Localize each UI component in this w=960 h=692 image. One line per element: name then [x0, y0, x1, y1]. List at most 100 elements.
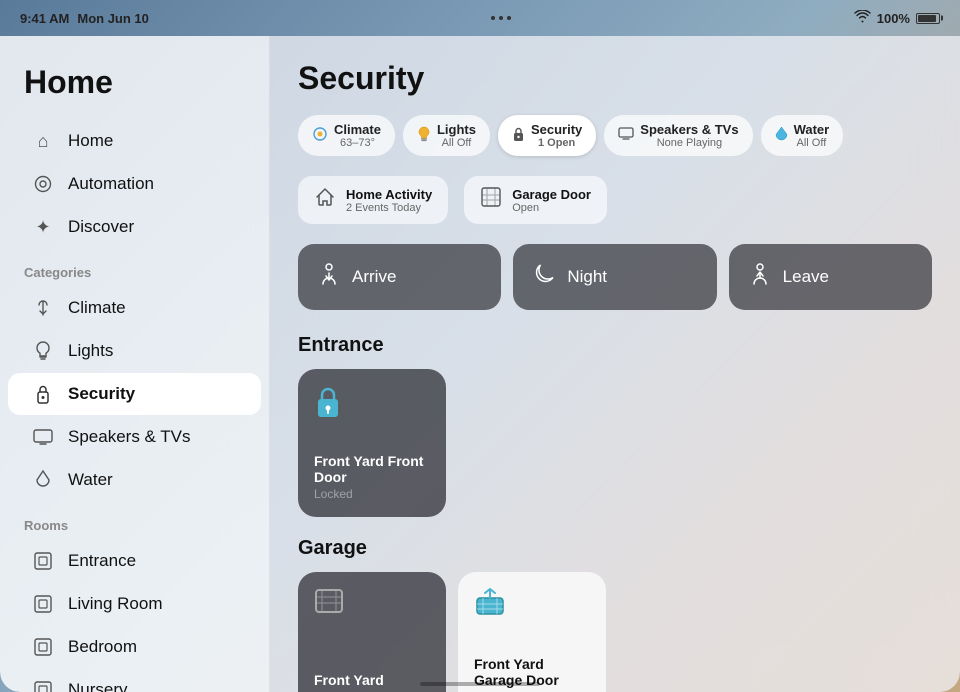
battery-icon: [916, 13, 940, 24]
front-yard-closed-name: Front Yard: [314, 672, 430, 688]
home-activity-title: Home Activity: [346, 187, 432, 202]
night-icon: [533, 263, 555, 291]
tab-water[interactable]: Water All Off: [761, 115, 844, 156]
sidebar: Home ⌂ Home Automation ✦ Discover Catego…: [0, 36, 270, 692]
sidebar-item-lights[interactable]: Lights: [8, 330, 261, 372]
sidebar-item-climate-label: Climate: [68, 298, 126, 318]
home-activity-sub: 2 Events Today: [346, 202, 432, 214]
category-tabs: Climate 63–73° Lights All Off: [298, 115, 932, 156]
tab-speakers-tvs-sub: None Playing: [640, 137, 738, 149]
garage-door-sub: Open: [512, 202, 591, 214]
sidebar-item-speakers-tvs-label: Speakers & TVs: [68, 427, 191, 447]
garage-device-grid: Front Yard Closed Front Yard Garage Door: [298, 572, 932, 692]
sidebar-item-speakers-tvs[interactable]: Speakers & TVs: [8, 416, 261, 458]
nav-home[interactable]: ⌂ Home: [8, 120, 261, 162]
discover-icon: ✦: [32, 216, 54, 238]
garage-closed-icon: [314, 588, 430, 621]
front-yard-closed-card[interactable]: Front Yard Closed: [298, 572, 446, 692]
nav-automation-label: Automation: [68, 174, 154, 194]
home-activity-card[interactable]: Home Activity 2 Events Today: [298, 176, 448, 224]
app-container: Home ⌂ Home Automation ✦ Discover Catego…: [0, 36, 960, 692]
home-icon: ⌂: [32, 130, 54, 152]
entrance-device-grid: Front Yard Front Door Locked: [298, 369, 932, 517]
tab-climate-icon: [312, 126, 328, 146]
tab-climate-sub: 63–73°: [334, 137, 381, 149]
home-activity-icon: [314, 186, 336, 214]
home-indicator: [420, 682, 540, 686]
leave-icon: [749, 262, 771, 292]
tab-security-label: Security: [531, 122, 582, 137]
tab-speakers-tvs-icon: [618, 127, 634, 144]
sidebar-item-bedroom[interactable]: Bedroom: [8, 626, 261, 668]
arrive-icon: [318, 262, 340, 292]
sidebar-item-water-label: Water: [68, 470, 113, 490]
nav-home-label: Home: [68, 131, 113, 151]
tab-lights-sub: All Off: [437, 137, 476, 149]
nav-discover[interactable]: ✦ Discover: [8, 206, 261, 248]
status-time: 9:41 AM: [20, 11, 69, 26]
leave-label: Leave: [783, 267, 829, 287]
garage-open-icon: [474, 588, 590, 623]
front-yard-garage-door-card[interactable]: Front Yard Garage Door Open: [458, 572, 606, 692]
sidebar-item-water[interactable]: Water: [8, 459, 261, 501]
sidebar-item-nursery[interactable]: Nursery: [8, 669, 261, 692]
security-icon: [32, 383, 54, 405]
status-right: 100%: [854, 10, 940, 26]
sidebar-item-security-label: Security: [68, 384, 135, 404]
automation-icon: [32, 173, 54, 195]
night-label: Night: [567, 267, 607, 287]
status-center-dots: [491, 16, 511, 20]
tab-water-icon: [775, 126, 788, 146]
tab-speakers-tvs-label: Speakers & TVs: [640, 122, 738, 137]
sidebar-item-living-room-label: Living Room: [68, 594, 163, 614]
sidebar-item-climate[interactable]: Climate: [8, 287, 261, 329]
battery-text: 100%: [877, 11, 910, 26]
info-row: Home Activity 2 Events Today Garage Door…: [298, 176, 932, 224]
garage-door-title: Garage Door: [512, 187, 591, 202]
entrance-section-title: Entrance: [298, 334, 932, 357]
main-content: Security Climate 63–73°: [270, 36, 960, 692]
tab-climate[interactable]: Climate 63–73°: [298, 115, 395, 156]
tab-speakers-tvs[interactable]: Speakers & TVs None Playing: [604, 115, 752, 156]
garage-section-title: Garage: [298, 537, 932, 560]
sidebar-item-entrance[interactable]: Entrance: [8, 540, 261, 582]
arrive-label: Arrive: [352, 267, 396, 287]
speakers-tvs-icon: [32, 426, 54, 448]
leave-scene-button[interactable]: Leave: [729, 244, 932, 310]
climate-icon: [32, 297, 54, 319]
lock-icon: [314, 385, 430, 426]
room-living-room-icon: [32, 593, 54, 615]
front-yard-front-door-name: Front Yard Front Door: [314, 453, 430, 485]
room-nursery-icon: [32, 679, 54, 692]
water-icon: [32, 469, 54, 491]
tab-climate-label: Climate: [334, 122, 381, 137]
sidebar-item-lights-label: Lights: [68, 341, 113, 361]
tab-security-sub: 1 Open: [531, 137, 582, 149]
sidebar-item-nursery-label: Nursery: [68, 680, 128, 692]
tab-lights-label: Lights: [437, 122, 476, 137]
sidebar-item-security[interactable]: Security: [8, 373, 261, 415]
night-scene-button[interactable]: Night: [513, 244, 716, 310]
sidebar-item-bedroom-label: Bedroom: [68, 637, 137, 657]
tab-security[interactable]: Security 1 Open: [498, 115, 596, 156]
lights-icon: [32, 340, 54, 362]
garage-door-card[interactable]: Garage Door Open: [464, 176, 607, 224]
front-yard-front-door-status: Locked: [314, 487, 430, 501]
tab-lights-icon: [417, 126, 431, 146]
tab-lights[interactable]: Lights All Off: [403, 115, 490, 156]
sidebar-item-entrance-label: Entrance: [68, 551, 136, 571]
nav-automation[interactable]: Automation: [8, 163, 261, 205]
scene-row: Arrive Night: [298, 244, 932, 310]
sidebar-item-living-room[interactable]: Living Room: [8, 583, 261, 625]
arrive-scene-button[interactable]: Arrive: [298, 244, 501, 310]
app-title: Home: [0, 64, 269, 119]
tab-water-label: Water: [794, 122, 830, 137]
wifi-icon: [854, 10, 871, 26]
tab-water-sub: All Off: [794, 137, 830, 149]
front-yard-front-door-card[interactable]: Front Yard Front Door Locked: [298, 369, 446, 517]
room-bedroom-icon: [32, 636, 54, 658]
rooms-section-title: Rooms: [0, 502, 269, 539]
room-entrance-icon: [32, 550, 54, 572]
status-date: Mon Jun 10: [77, 11, 149, 26]
garage-door-icon: [480, 186, 502, 214]
